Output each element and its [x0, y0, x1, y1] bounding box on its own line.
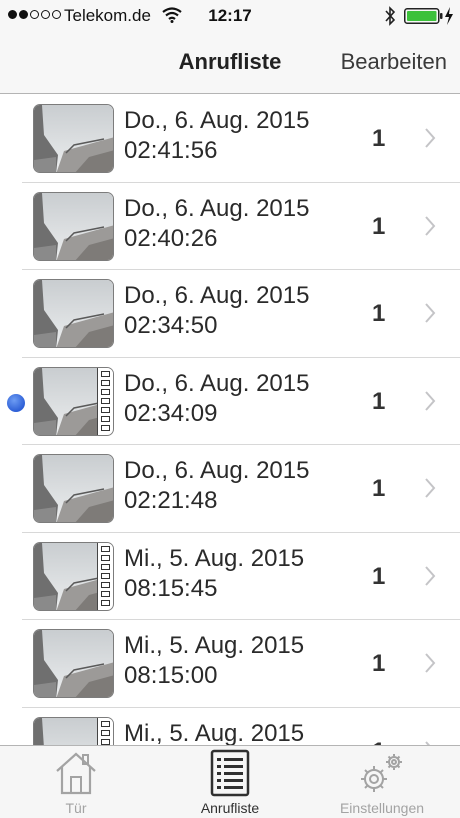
- status-bar: Telekom.de 12:17: [0, 0, 460, 32]
- call-list-item[interactable]: Do., 6. Aug. 2015 02:34:09 1: [0, 358, 460, 446]
- tab-label: Anrufliste: [200, 800, 260, 816]
- call-list-item[interactable]: Do., 6. Aug. 2015 02:40:26 1: [0, 183, 460, 271]
- tab-einstellungen[interactable]: Einstellungen: [326, 746, 438, 818]
- call-snapshot-thumbnail: [33, 366, 114, 436]
- video-film-strip-icon: [97, 367, 113, 435]
- call-time: 02:21:48: [124, 487, 218, 514]
- call-date: Do., 6. Aug. 2015: [124, 194, 310, 222]
- call-snapshot-thumbnail: [33, 279, 114, 348]
- chevron-right-icon: [424, 652, 436, 679]
- tab-anrufliste[interactable]: Anrufliste: [183, 746, 277, 818]
- call-count: 1: [372, 562, 386, 590]
- edit-button[interactable]: Bearbeiten: [341, 49, 447, 75]
- call-snapshot-thumbnail: [33, 541, 114, 611]
- call-time: 08:15:45: [124, 574, 218, 602]
- chevron-right-icon: [424, 565, 436, 592]
- call-date: Do., 6. Aug. 2015: [124, 457, 310, 484]
- call-snapshot-thumbnail: [33, 454, 114, 523]
- call-count: 1: [372, 125, 386, 152]
- gears-icon: [361, 754, 402, 792]
- call-date: Do., 6. Aug. 2015: [124, 107, 310, 134]
- chevron-right-icon: [424, 477, 436, 504]
- tab-bar: Tür Anrufliste Einstellungen: [0, 745, 460, 818]
- chevron-right-icon: [424, 127, 436, 154]
- call-snapshot-thumbnail: [33, 629, 114, 698]
- call-list-item[interactable]: Do., 6. Aug. 2015 02:41:56 1: [0, 95, 460, 183]
- video-film-strip-icon: [97, 542, 113, 610]
- chevron-right-icon: [424, 390, 436, 417]
- call-time: 08:15:00: [124, 662, 218, 689]
- call-date: Mi., 5. Aug. 2015: [124, 632, 305, 659]
- call-list-item[interactable]: Mi., 5. Aug. 2015 1: [0, 708, 460, 746]
- call-list-item[interactable]: Do., 6. Aug. 2015 02:21:48 1: [0, 445, 460, 533]
- call-list-item[interactable]: Do., 6. Aug. 2015 02:34:50 1: [0, 270, 460, 358]
- list-icon: [210, 749, 250, 797]
- call-time: 02:41:56: [124, 137, 218, 164]
- call-time: 02:40:26: [124, 224, 218, 252]
- call-list-item[interactable]: Mi., 5. Aug. 2015 08:15:00 1: [0, 620, 460, 708]
- call-count: 1: [372, 387, 386, 415]
- chevron-right-icon: [424, 215, 436, 242]
- chevron-right-icon: [424, 302, 436, 329]
- tab-label: Tür: [65, 800, 87, 816]
- battery-icon: [404, 8, 444, 29]
- video-film-strip-icon: [97, 717, 113, 745]
- charging-bolt-icon: [444, 6, 454, 31]
- call-date: Mi., 5. Aug. 2015: [124, 719, 305, 746]
- call-count: 1: [372, 475, 386, 502]
- call-snapshot-thumbnail: [33, 716, 114, 745]
- call-snapshot-thumbnail: [33, 104, 114, 173]
- call-count: 1: [372, 300, 386, 327]
- unread-indicator-dot: [7, 393, 25, 412]
- call-date: Do., 6. Aug. 2015: [124, 369, 310, 397]
- call-date: Mi., 5. Aug. 2015: [124, 544, 305, 572]
- call-count: 1: [372, 738, 385, 746]
- navigation-bar: Anrufliste Bearbeiten: [0, 32, 460, 94]
- call-count: 1: [372, 650, 386, 677]
- call-date: Do., 6. Aug. 2015: [124, 282, 310, 309]
- call-time: 02:34:09: [124, 399, 218, 427]
- tab-tuer[interactable]: Tür: [36, 746, 116, 818]
- call-list-item[interactable]: Mi., 5. Aug. 2015 08:15:45 1: [0, 533, 460, 621]
- call-count: 1: [372, 212, 386, 240]
- tab-label: Einstellungen: [339, 800, 425, 816]
- call-time: 02:34:50: [124, 312, 218, 339]
- call-list[interactable]: Do., 6. Aug. 2015 02:41:56 1 Do., 6. Aug…: [0, 95, 460, 745]
- house-icon: [56, 752, 96, 795]
- call-snapshot-thumbnail: [33, 191, 114, 261]
- bluetooth-icon: [384, 6, 396, 31]
